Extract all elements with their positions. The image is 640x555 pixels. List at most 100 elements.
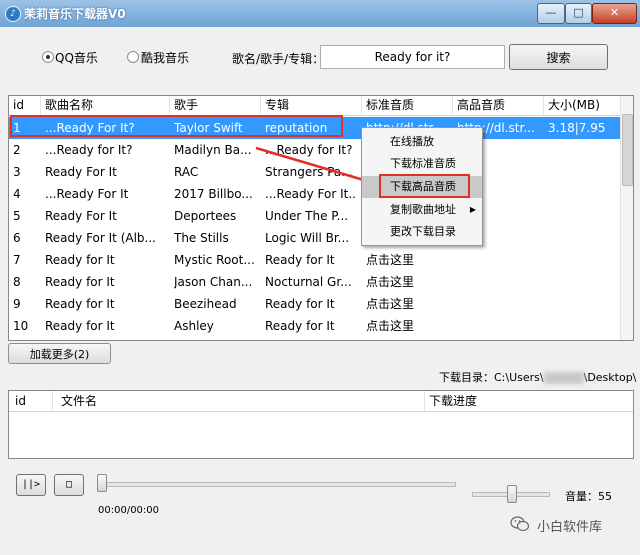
menu-item-copy-song-address-label: 复制歌曲地址 bbox=[390, 203, 456, 216]
cell-album: Ready for It bbox=[265, 319, 335, 333]
window-title: 茉莉音乐下载器V0 bbox=[24, 7, 126, 21]
menu-highlight-box bbox=[379, 174, 470, 198]
column-header-download-id[interactable]: id bbox=[9, 391, 53, 411]
table-row[interactable]: 9 Ready for It Beezihead Ready for It 点击… bbox=[9, 293, 621, 315]
column-header-id[interactable]: id bbox=[9, 96, 41, 115]
minimize-button[interactable]: — bbox=[537, 3, 565, 24]
column-header-album[interactable]: 专辑 bbox=[261, 96, 362, 115]
stop-button[interactable]: □ bbox=[54, 474, 84, 496]
cell-id: 6 bbox=[13, 231, 21, 245]
radio-qq-music-label[interactable]: QQ音乐 bbox=[55, 49, 98, 66]
results-header: id 歌曲名称 歌手 专辑 标准音质 高品音质 大小(MB) bbox=[9, 96, 621, 116]
cell-size bbox=[548, 315, 620, 337]
table-row[interactable]: 6 Ready For It (Alb... The Stills Logic … bbox=[9, 227, 621, 249]
cell-standard-link[interactable]: 点击这里 bbox=[366, 249, 454, 271]
column-header-singer[interactable]: 歌手 bbox=[170, 96, 261, 115]
column-header-high-quality[interactable]: 高品音质 bbox=[453, 96, 544, 115]
play-pause-button[interactable]: ||> bbox=[16, 474, 46, 496]
cell-id: 4 bbox=[13, 187, 21, 201]
column-header-song-name[interactable]: 歌曲名称 bbox=[41, 96, 170, 115]
menu-item-copy-song-address[interactable]: 复制歌曲地址 ▶ bbox=[362, 199, 482, 221]
cell-size bbox=[548, 227, 620, 249]
table-row[interactable]: 8 Ready for It Jason Chan... Nocturnal G… bbox=[9, 271, 621, 293]
selected-row-highlight bbox=[10, 115, 343, 137]
cell-singer: Beezihead bbox=[174, 297, 237, 311]
cell-album: Ready for It bbox=[265, 297, 335, 311]
table-row[interactable]: 3 Ready For It RAC Strangers Pa... bbox=[9, 161, 621, 183]
radio-kuwo-music[interactable] bbox=[127, 51, 139, 63]
column-header-download-progress[interactable]: 下载进度 bbox=[425, 391, 633, 411]
menu-item-play-online[interactable]: 在线播放 bbox=[362, 131, 482, 153]
volume-label: 音量： bbox=[565, 490, 598, 503]
wechat-icon bbox=[510, 516, 530, 532]
cell-singer: Deportees bbox=[174, 209, 237, 223]
submenu-arrow-icon: ▶ bbox=[469, 205, 476, 214]
cell-size: 3.18|7.95 bbox=[548, 121, 606, 135]
close-button[interactable]: ✕ bbox=[592, 3, 637, 24]
load-more-button[interactable]: 加载更多(2) bbox=[8, 343, 111, 364]
cell-id: 9 bbox=[13, 297, 21, 311]
cell-standard-link[interactable]: 点击这里 bbox=[366, 293, 454, 315]
cell-song-name: Ready for It bbox=[45, 319, 115, 333]
results-scrollbar-thumb[interactable] bbox=[622, 114, 633, 186]
cell-standard-link[interactable]: 点击这里 bbox=[366, 315, 454, 337]
column-header-file-name[interactable]: 文件名 bbox=[53, 391, 425, 411]
cell-singer: Jason Chan... bbox=[174, 275, 253, 289]
cell-singer: 2017 Billbo... bbox=[174, 187, 253, 201]
cell-album: ...Ready For It... bbox=[265, 187, 357, 201]
maximize-button[interactable]: □ bbox=[565, 3, 592, 24]
download-dir-suffix: \Desktop\ bbox=[583, 371, 637, 384]
cell-song-name: ...Ready for It? bbox=[45, 143, 133, 157]
cell-singer: RAC bbox=[174, 165, 199, 179]
cell-high-link[interactable] bbox=[457, 293, 545, 315]
table-row[interactable]: 4 ...Ready For It 2017 Billbo... ...Read… bbox=[9, 183, 621, 205]
cell-album: ...Ready for It? bbox=[265, 143, 353, 157]
cell-high-link[interactable] bbox=[457, 249, 545, 271]
redacted-username bbox=[543, 372, 584, 384]
seek-slider-thumb[interactable] bbox=[97, 474, 107, 492]
title-bar[interactable]: ♪ 茉莉音乐下载器V0 — □ ✕ bbox=[0, 0, 640, 27]
menu-item-download-standard[interactable]: 下载标准音质 bbox=[362, 153, 482, 175]
cell-id: 5 bbox=[13, 209, 21, 223]
cell-album: Ready for It bbox=[265, 253, 335, 267]
cell-standard-link[interactable]: 点击这里 bbox=[366, 271, 454, 293]
table-row[interactable]: 2 ...Ready for It? Madilyn Ba... ...Read… bbox=[9, 139, 621, 161]
cell-singer: The Stills bbox=[174, 231, 229, 245]
cell-singer: Ashley bbox=[174, 319, 214, 333]
seek-track[interactable] bbox=[98, 482, 456, 487]
cell-id: 2 bbox=[13, 143, 21, 157]
cell-size bbox=[548, 205, 620, 227]
cell-high-link[interactable] bbox=[457, 315, 545, 337]
cell-singer: Madilyn Ba... bbox=[174, 143, 252, 157]
cell-song-name: Ready For It bbox=[45, 209, 117, 223]
cell-album: Under The P... bbox=[265, 209, 349, 223]
cell-id: 7 bbox=[13, 253, 21, 267]
cell-size bbox=[548, 139, 620, 161]
search-input[interactable] bbox=[320, 45, 505, 69]
table-row[interactable]: 7 Ready for It Mystic Root... Ready for … bbox=[9, 249, 621, 271]
cell-album: Strangers Pa... bbox=[265, 165, 353, 179]
download-directory: 下载目录：C:\Users\ \Desktop\ bbox=[439, 369, 636, 385]
cell-song-name: Ready for It bbox=[45, 275, 115, 289]
column-header-standard-quality[interactable]: 标准音质 bbox=[362, 96, 453, 115]
radio-qq-music[interactable] bbox=[42, 51, 54, 63]
column-header-size[interactable]: 大小(MB) bbox=[544, 96, 621, 115]
cell-id: 3 bbox=[13, 165, 21, 179]
menu-item-change-download-dir[interactable]: 更改下载目录 bbox=[362, 221, 482, 243]
playback-time: 00:00/00:00 bbox=[98, 505, 160, 516]
cell-high-link[interactable] bbox=[457, 271, 545, 293]
download-list-header: id 文件名 下载进度 bbox=[9, 391, 633, 412]
radio-kuwo-music-label[interactable]: 酷我音乐 bbox=[141, 49, 189, 66]
volume-value: 55 bbox=[598, 490, 612, 503]
cell-song-name: Ready For It (Alb... bbox=[45, 231, 156, 245]
music-app-icon: ♪ bbox=[5, 6, 21, 22]
table-row[interactable]: 5 Ready For It Deportees Under The P... bbox=[9, 205, 621, 227]
volume-slider-thumb[interactable] bbox=[507, 485, 517, 503]
download-list[interactable]: id 文件名 下载进度 bbox=[8, 390, 634, 459]
cell-size bbox=[548, 293, 620, 315]
app-window: ♪ 茉莉音乐下载器V0 — □ ✕ QQ音乐 酷我音乐 歌名/歌手/专辑： 搜索… bbox=[0, 0, 640, 555]
cell-id: 8 bbox=[13, 275, 21, 289]
search-button[interactable]: 搜索 bbox=[509, 44, 608, 70]
table-row[interactable]: 10 Ready for It Ashley Ready for It 点击这里 bbox=[9, 315, 621, 337]
results-scrollbar[interactable] bbox=[620, 96, 633, 340]
